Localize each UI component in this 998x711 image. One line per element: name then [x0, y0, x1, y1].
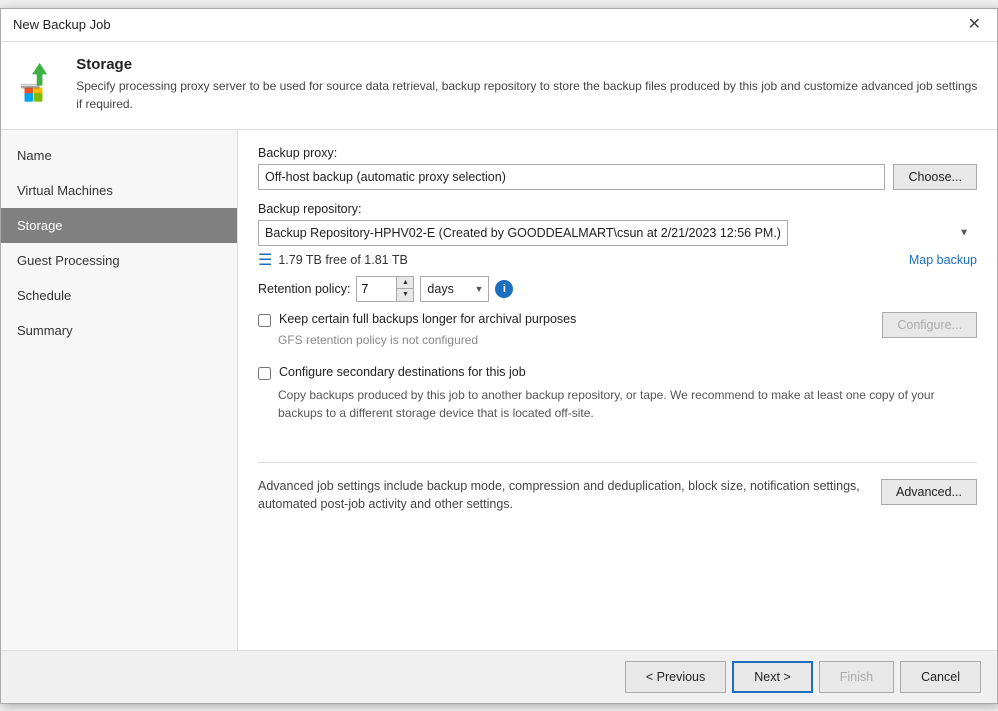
retention-value-input[interactable] [357, 277, 397, 301]
info-icon[interactable]: i [495, 280, 513, 298]
repo-storage-icon: ☰ [258, 250, 272, 270]
advanced-section: Advanced job settings include backup mod… [258, 462, 977, 515]
sidebar-item-name[interactable]: Name [1, 138, 237, 173]
backup-proxy-label: Backup proxy: [258, 146, 977, 160]
retention-spinner: ▲ ▼ [356, 276, 414, 302]
header-description: Specify processing proxy server to be us… [76, 77, 981, 113]
header-title: Storage [76, 56, 981, 73]
configure-secondary-desc: Copy backups produced by this job to ano… [278, 386, 977, 422]
sidebar-item-guest-processing[interactable]: Guest Processing [1, 243, 237, 278]
storage-icon [17, 56, 62, 104]
secondary-destinations-section: Configure secondary destinations for thi… [258, 365, 977, 422]
finish-button[interactable]: Finish [819, 661, 894, 693]
retention-label: Retention policy: [258, 282, 350, 296]
header-text: Storage Specify processing proxy server … [76, 56, 981, 113]
keep-full-backups-label: Keep certain full backups longer for arc… [279, 312, 576, 326]
backup-proxy-row: Choose... [258, 164, 977, 190]
map-backup-link[interactable]: Map backup [909, 253, 977, 267]
gfs-policy-text: GFS retention policy is not configured [278, 333, 872, 347]
title-bar: New Backup Job ✕ [1, 9, 997, 42]
header-section: Storage Specify processing proxy server … [1, 42, 997, 130]
backup-proxy-input[interactable] [258, 164, 885, 190]
sidebar-item-storage[interactable]: Storage [1, 208, 237, 243]
advanced-button[interactable]: Advanced... [881, 479, 977, 505]
footer: < Previous Next > Finish Cancel [1, 650, 997, 703]
spinner-arrows: ▲ ▼ [397, 277, 413, 301]
configure-secondary-row: Configure secondary destinations for thi… [258, 365, 977, 380]
repo-info-row: ☰ 1.79 TB free of 1.81 TB Map backup [258, 250, 977, 270]
keep-full-backups-section: Keep certain full backups longer for arc… [258, 312, 977, 357]
sidebar-item-schedule[interactable]: Schedule [1, 278, 237, 313]
configure-secondary-label: Configure secondary destinations for thi… [279, 365, 526, 379]
previous-button[interactable]: < Previous [625, 661, 726, 693]
configure-secondary-checkbox[interactable] [258, 367, 271, 380]
retention-row: Retention policy: ▲ ▼ days weeks months … [258, 276, 977, 302]
repo-free-space: 1.79 TB free of 1.81 TB [278, 253, 407, 267]
choose-proxy-button[interactable]: Choose... [893, 164, 977, 190]
content-area: Name Virtual Machines Storage Guest Proc… [1, 130, 997, 650]
window-title: New Backup Job [13, 17, 111, 32]
retention-unit-select[interactable]: days weeks months [420, 276, 489, 302]
sidebar-item-summary[interactable]: Summary [1, 313, 237, 348]
cancel-button[interactable]: Cancel [900, 661, 981, 693]
advanced-text: Advanced job settings include backup mod… [258, 477, 865, 515]
backup-repo-select[interactable]: Backup Repository-HPHV02-E (Created by G… [258, 220, 788, 246]
sidebar: Name Virtual Machines Storage Guest Proc… [1, 130, 238, 650]
spinner-up-button[interactable]: ▲ [397, 277, 413, 290]
main-panel: Backup proxy: Choose... Backup repositor… [238, 130, 997, 650]
next-button[interactable]: Next > [732, 661, 812, 693]
spinner-down-button[interactable]: ▼ [397, 289, 413, 301]
keep-full-backups-checkbox[interactable] [258, 314, 271, 327]
configure-gfs-button[interactable]: Configure... [882, 312, 977, 338]
backup-repo-select-wrapper: Backup Repository-HPHV02-E (Created by G… [258, 220, 977, 246]
sidebar-item-virtual-machines[interactable]: Virtual Machines [1, 173, 237, 208]
close-button[interactable]: ✕ [964, 17, 985, 33]
keep-full-backups-row: Keep certain full backups longer for arc… [258, 312, 872, 327]
main-window: New Backup Job ✕ Storage Specify process… [0, 8, 998, 704]
backup-repo-label: Backup repository: [258, 202, 977, 216]
days-select-wrapper: days weeks months [420, 276, 489, 302]
